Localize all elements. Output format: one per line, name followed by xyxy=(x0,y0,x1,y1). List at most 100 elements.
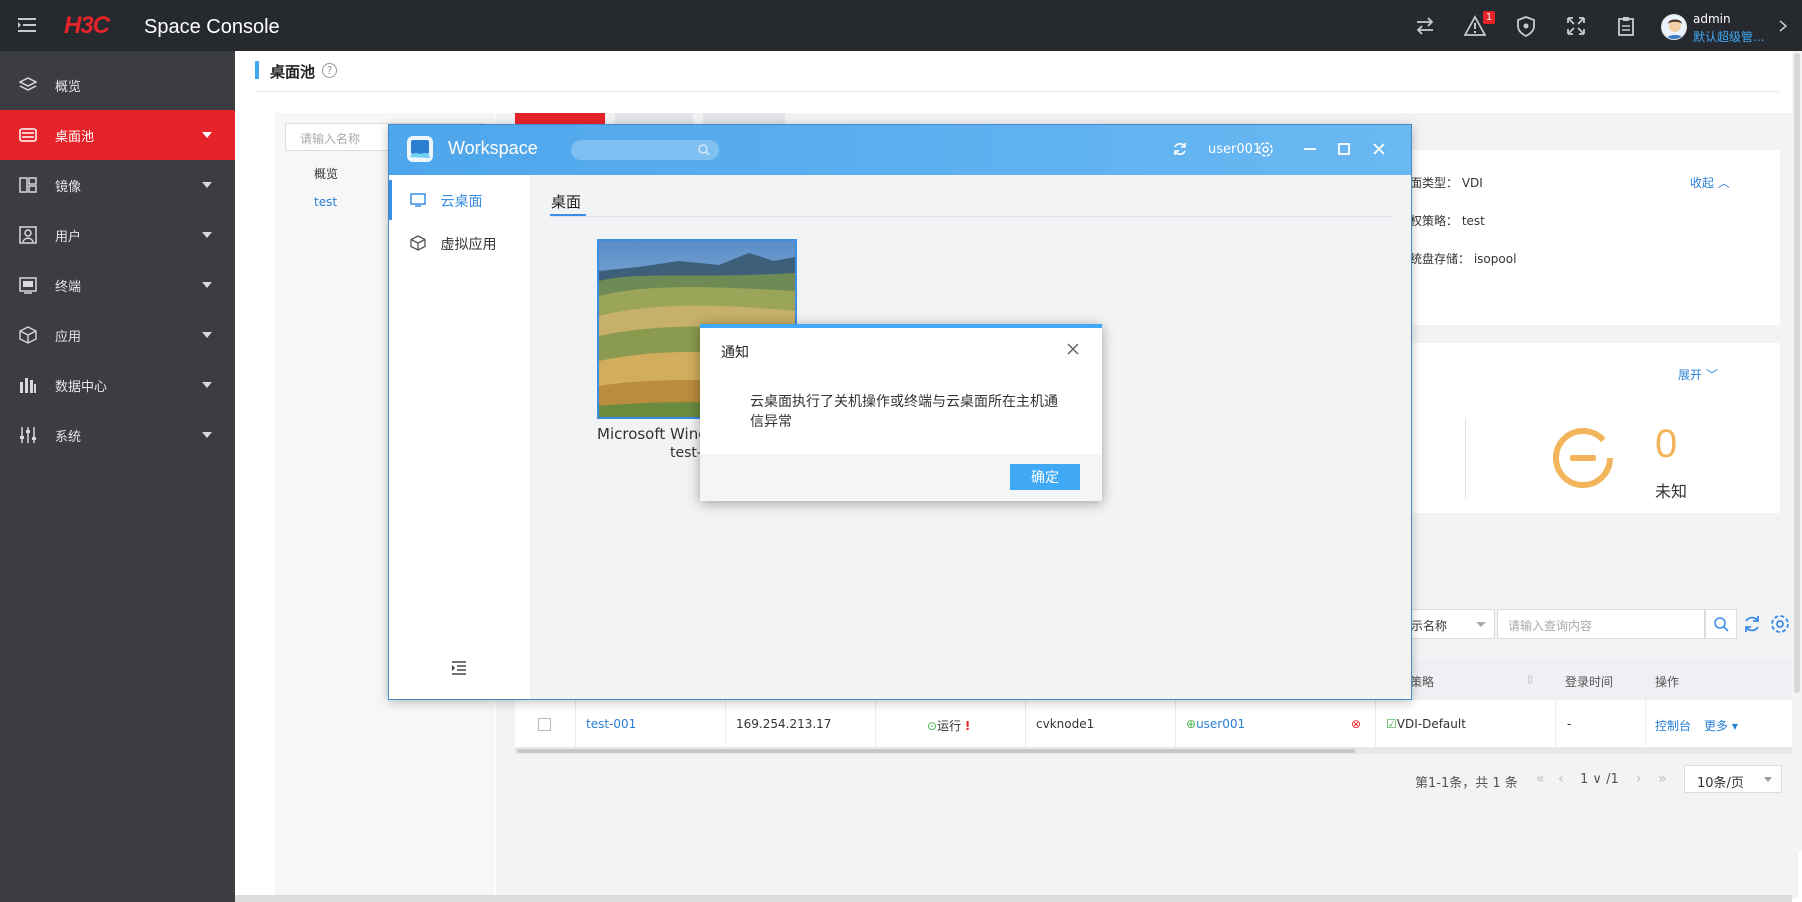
search-icon xyxy=(1714,617,1729,632)
sidebar-item-desktop-pool[interactable]: 桌面池 xyxy=(0,110,235,160)
col-sep xyxy=(1025,700,1026,748)
pager-page[interactable]: 1 ∨ /1 xyxy=(1580,772,1619,787)
collapse-label: 收起 xyxy=(1690,176,1715,190)
menu-toggle-icon[interactable] xyxy=(18,17,36,33)
gear-icon[interactable] xyxy=(1257,141,1274,158)
pager-total: /1 xyxy=(1606,772,1619,787)
sort-icon[interactable]: ⇳ xyxy=(1525,673,1535,687)
row-host: cvknode1 xyxy=(1036,717,1095,731)
minimize-icon[interactable] xyxy=(1301,140,1319,158)
sidebar-item-label: 用户 xyxy=(55,230,82,245)
title-divider xyxy=(255,91,1780,92)
console-link[interactable]: 控制台 xyxy=(1655,717,1691,734)
close-icon[interactable] xyxy=(1370,140,1388,158)
collapse-link[interactable]: 收起 ︿ xyxy=(1690,174,1730,191)
image-icon xyxy=(19,177,37,193)
unknown-status-icon xyxy=(1553,428,1613,488)
query-input[interactable]: 请输入查询内容 xyxy=(1497,609,1705,639)
search-button[interactable] xyxy=(1705,609,1737,639)
workspace-nav-label: 云桌面 xyxy=(440,194,483,210)
th-policy[interactable]: 策略 xyxy=(1410,673,1434,690)
th-login-time: 登录时间 xyxy=(1565,675,1614,689)
chevron-right-icon[interactable] xyxy=(1778,20,1788,32)
last-page-icon[interactable]: » xyxy=(1658,771,1667,787)
caret-down-icon xyxy=(202,132,212,138)
edit-policy-icon[interactable]: ☑ xyxy=(1386,717,1397,731)
row-policy: ☑VDI-Default xyxy=(1386,717,1466,731)
row-status: ⊙运行 ! xyxy=(927,717,970,734)
row-name-link[interactable]: test-001 xyxy=(586,717,636,731)
clipboard-icon[interactable] xyxy=(1615,15,1637,37)
sidebar-item-overview[interactable]: 概览 xyxy=(0,60,235,110)
workspace-logo-icon xyxy=(407,136,433,162)
maximize-icon[interactable] xyxy=(1335,140,1353,158)
filter-select-value: 示名称 xyxy=(1411,619,1448,633)
page-size-select[interactable]: 10条/页 xyxy=(1684,765,1782,793)
remove-circle-icon[interactable]: ⊗ xyxy=(1351,717,1361,731)
ok-button[interactable]: 确定 xyxy=(1010,464,1080,490)
brand-logo: H3C xyxy=(64,12,110,39)
bottom-scrollbar[interactable] xyxy=(235,895,1792,902)
col-sep xyxy=(1175,700,1176,748)
alarm-badge: 1 xyxy=(1483,11,1495,24)
sidebar-item-terminal[interactable]: 终端 xyxy=(0,260,235,310)
sidebar-item-user[interactable]: 用户 xyxy=(0,210,235,260)
tree-node-test[interactable]: test xyxy=(314,195,337,209)
cube-icon xyxy=(410,235,426,251)
page-size-value: 10条/页 xyxy=(1697,776,1744,791)
workspace-nav-label: 虚拟应用 xyxy=(440,237,497,253)
sidebar-item-datacenter[interactable]: 数据中心 xyxy=(0,360,235,410)
tree-node-overview[interactable]: 概览 xyxy=(314,165,338,182)
more-label: 更多 xyxy=(1704,719,1729,733)
caret-down-icon xyxy=(202,382,212,388)
caret-down-icon: ▾ xyxy=(1731,719,1738,733)
close-icon[interactable] xyxy=(1066,342,1080,356)
refresh-icon[interactable] xyxy=(1172,141,1188,157)
sidebar-item-label: 应用 xyxy=(55,330,82,345)
next-page-icon[interactable]: › xyxy=(1636,771,1642,787)
collapse-menu-icon[interactable] xyxy=(451,661,467,675)
detail-storage: 统盘存储： isopool xyxy=(1410,250,1516,267)
col-sep xyxy=(875,700,876,748)
detail-type-label: 面类型： xyxy=(1410,176,1459,190)
sidebar-item-image[interactable]: 镜像 xyxy=(0,160,235,210)
monitor-icon xyxy=(410,193,426,207)
refresh-icon[interactable] xyxy=(1741,613,1763,635)
row-checkbox[interactable] xyxy=(538,718,551,731)
sidebar-item-app[interactable]: 应用 xyxy=(0,310,235,360)
tab-desktop[interactable]: 桌面 xyxy=(551,191,581,212)
vertical-scrollbar-thumb[interactable] xyxy=(1794,53,1800,693)
sidebar-item-label: 终端 xyxy=(55,280,82,295)
caret-down-icon xyxy=(202,232,212,238)
gear-icon[interactable] xyxy=(1769,613,1791,635)
row-user-link[interactable]: ⊕user001 xyxy=(1186,717,1245,731)
col-sep xyxy=(1375,700,1376,748)
help-icon[interactable]: ? xyxy=(322,63,337,78)
stats-divider xyxy=(1465,418,1466,498)
datacenter-icon xyxy=(20,378,36,393)
first-page-icon[interactable]: « xyxy=(1536,771,1545,787)
workspace-search-input[interactable] xyxy=(571,140,719,160)
workspace-nav-virtual-app[interactable]: 虚拟应用 xyxy=(410,234,496,254)
workspace-user[interactable]: user001 xyxy=(1208,142,1261,157)
more-link[interactable]: 更多 ▾ xyxy=(1704,717,1738,734)
sidebar-item-label: 桌面池 xyxy=(55,130,95,145)
shield-icon[interactable] xyxy=(1515,15,1537,37)
avatar[interactable] xyxy=(1661,14,1687,40)
top-bar: H3C Space Console 1 admin 默认超级管... xyxy=(0,0,1802,51)
fullscreen-icon[interactable] xyxy=(1565,15,1587,37)
prev-page-icon[interactable]: ‹ xyxy=(1558,771,1564,787)
expand-link[interactable]: 展开 ﹀ xyxy=(1678,366,1718,383)
sidebar-item-system[interactable]: 系统 xyxy=(0,410,235,460)
warning-icon[interactable]: ! xyxy=(965,719,970,733)
page-title: 桌面池 xyxy=(270,63,316,81)
title-accent xyxy=(255,61,259,79)
switch-icon[interactable] xyxy=(1414,15,1436,37)
user-role[interactable]: 默认超级管... xyxy=(1693,28,1764,45)
filter-select[interactable]: 示名称 xyxy=(1410,609,1495,639)
horizontal-scrollbar-thumb[interactable] xyxy=(517,749,1355,753)
user-name[interactable]: admin xyxy=(1693,12,1731,26)
sidebar-item-label: 数据中心 xyxy=(55,380,108,395)
workspace-nav-cloud-desktop[interactable]: 云桌面 xyxy=(410,191,482,211)
search-icon xyxy=(698,144,710,156)
